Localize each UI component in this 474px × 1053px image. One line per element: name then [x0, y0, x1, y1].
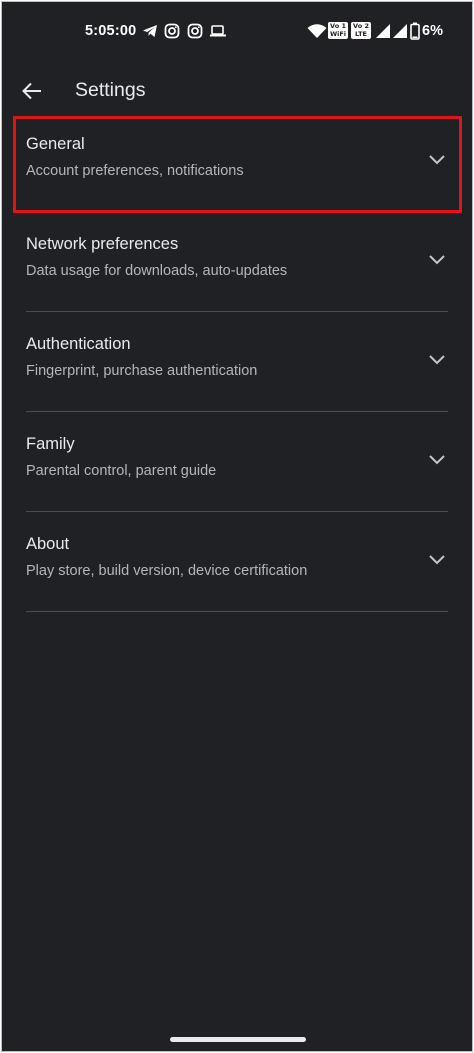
item-subtitle: Parental control, parent guide [26, 463, 217, 479]
settings-item-authentication[interactable]: Authentication Fingerprint, purchase aut… [2, 312, 472, 412]
settings-item-network-preferences[interactable]: Network preferences Data usage for downl… [2, 212, 472, 312]
settings-item-about[interactable]: About Play store, build version, device … [2, 512, 472, 612]
item-title: Authentication [26, 335, 131, 353]
battery-icon [410, 22, 420, 40]
settings-item-family[interactable]: Family Parental control, parent guide [2, 412, 472, 512]
battery-level: 6% [422, 23, 443, 39]
instagram-icon [187, 23, 203, 39]
status-bar: 5:05:00 Vo 1 WiFi Vo 2 LTE 6% [2, 2, 472, 60]
divider [26, 611, 448, 612]
status-time: 5:05:00 [85, 23, 137, 39]
item-title: Network preferences [26, 235, 179, 253]
chevron-down-icon [429, 555, 445, 565]
home-indicator[interactable] [170, 1037, 306, 1042]
chevron-down-icon [429, 355, 445, 365]
chevron-down-icon [429, 155, 445, 165]
settings-item-general[interactable]: General Account preferences, notificatio… [2, 112, 472, 212]
item-subtitle: Data usage for downloads, auto-updates [26, 263, 288, 279]
wifi-icon [307, 24, 327, 38]
item-title: General [26, 135, 85, 153]
item-subtitle: Account preferences, notifications [26, 163, 244, 179]
item-title: About [26, 535, 70, 553]
back-button[interactable] [16, 76, 48, 106]
arrow-left-icon [22, 82, 41, 100]
vowifi-badge: Vo 1 WiFi [328, 22, 348, 39]
item-title: Family [26, 435, 75, 453]
item-subtitle: Fingerprint, purchase authentication [26, 363, 258, 379]
page-title: Settings [75, 79, 146, 101]
cast-icon [210, 25, 226, 37]
phone-screen: 5:05:00 Vo 1 WiFi Vo 2 LTE 6% Settings G… [1, 1, 473, 1052]
chevron-down-icon [429, 255, 445, 265]
signal-icon [376, 24, 390, 38]
volte-badge: Vo 2 LTE [351, 22, 371, 39]
chevron-down-icon [429, 455, 445, 465]
signal-icon [393, 24, 407, 38]
instagram-icon [164, 23, 180, 39]
item-subtitle: Play store, build version, device certif… [26, 563, 308, 579]
telegram-icon [143, 25, 157, 37]
